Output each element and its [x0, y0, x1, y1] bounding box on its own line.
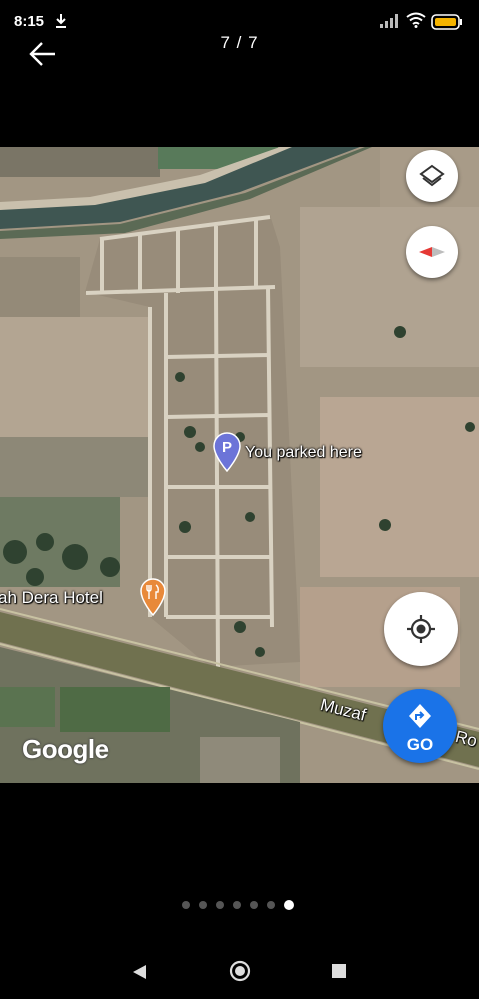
- go-button[interactable]: GO: [383, 689, 457, 763]
- home-circle-icon[interactable]: [229, 960, 251, 982]
- hotel-label[interactable]: ah Dera Hotel: [0, 588, 103, 608]
- go-label: GO: [406, 735, 434, 754]
- status-time: 8:15: [14, 13, 45, 30]
- my-location-button[interactable]: [384, 592, 458, 666]
- google-attribution: Google: [22, 734, 109, 764]
- parked-label: You parked here: [245, 444, 362, 461]
- image-counter: 7 / 7: [220, 33, 259, 52]
- restaurant-pin-icon[interactable]: [139, 578, 167, 616]
- signal-icon: [380, 14, 398, 28]
- page-dot-active[interactable]: [284, 900, 294, 910]
- parking-pin-icon[interactable]: P: [212, 432, 242, 472]
- page-dot[interactable]: [233, 901, 241, 909]
- page-dot[interactable]: [216, 901, 224, 909]
- compass-icon: [419, 247, 445, 257]
- battery-icon: [431, 14, 462, 30]
- page-dot[interactable]: [199, 901, 207, 909]
- page-dot[interactable]: [250, 901, 258, 909]
- compass-button[interactable]: [406, 226, 458, 278]
- layers-button[interactable]: [406, 150, 458, 202]
- page-dot[interactable]: [267, 901, 275, 909]
- download-icon: [56, 14, 66, 28]
- recents-square-icon[interactable]: [332, 964, 346, 978]
- my-location-icon: [407, 615, 435, 643]
- wifi-icon: [406, 12, 426, 28]
- layers-icon: [419, 164, 445, 187]
- svg-text:P: P: [222, 439, 232, 456]
- page-dot[interactable]: [182, 901, 190, 909]
- back-triangle-icon[interactable]: [130, 963, 148, 981]
- directions-icon: [409, 704, 431, 728]
- page-indicator: [182, 899, 294, 911]
